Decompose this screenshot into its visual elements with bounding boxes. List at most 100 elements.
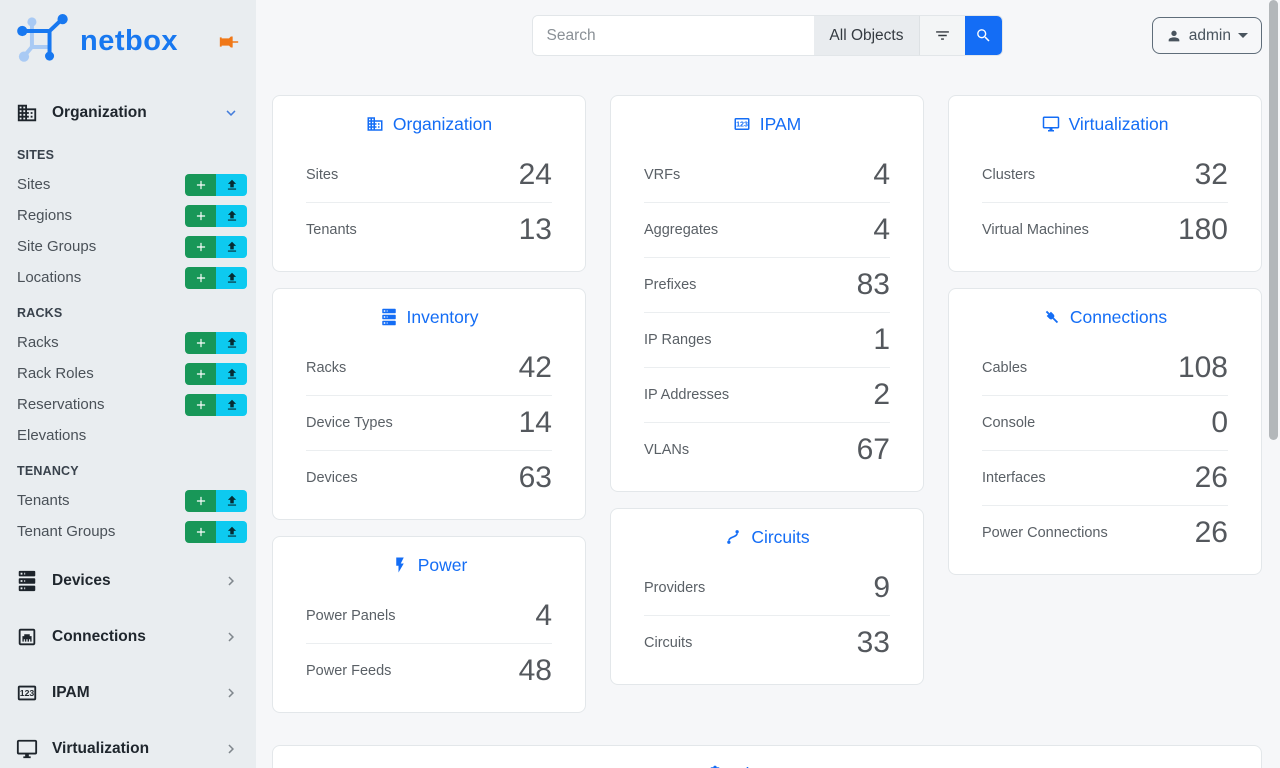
filter-icon: [934, 27, 951, 44]
table-row: Device Types 14: [306, 395, 552, 450]
sidebar-item-site-groups[interactable]: Site Groups: [0, 231, 256, 262]
monitor-icon: [1042, 115, 1060, 133]
table-row: IP Addresses 2: [644, 367, 890, 422]
sidebar-item-sites[interactable]: Sites: [0, 169, 256, 200]
stat-value-link[interactable]: 108: [1178, 351, 1228, 385]
netbox-wordmark[interactable]: netbox: [80, 25, 178, 58]
search-input[interactable]: [533, 16, 815, 55]
search-scope-dropdown[interactable]: All Objects: [814, 16, 918, 55]
server-icon: [380, 308, 398, 326]
ethernet-icon: [16, 626, 38, 648]
sidebar-item-connections[interactable]: Connections: [0, 615, 256, 659]
table-row: Racks 42: [306, 341, 552, 395]
sidebar-item-rack-roles[interactable]: Rack Roles: [0, 358, 256, 389]
stat-value-link[interactable]: 63: [519, 461, 552, 495]
add-button[interactable]: [185, 394, 216, 416]
add-button[interactable]: [185, 236, 216, 258]
import-button[interactable]: [216, 267, 247, 289]
user-menu-button[interactable]: admin: [1152, 17, 1262, 54]
user-label: admin: [1189, 27, 1231, 45]
stat-value-link[interactable]: 67: [857, 433, 890, 467]
stat-value-link[interactable]: 14: [519, 406, 552, 440]
import-button[interactable]: [216, 174, 247, 196]
server-icon: [16, 570, 38, 592]
account-icon: [1166, 28, 1182, 44]
table-row: Sites 24: [306, 148, 552, 202]
building-icon: [16, 102, 38, 124]
sidebar-item-devices[interactable]: Devices: [0, 559, 256, 603]
import-button[interactable]: [216, 490, 247, 512]
add-button[interactable]: [185, 490, 216, 512]
section-header-racks: RACKS: [0, 293, 256, 327]
sidebar: netbox Organization SITES Sites Regions …: [0, 0, 256, 768]
import-button[interactable]: [216, 236, 247, 258]
circuits-card-title[interactable]: Circuits: [611, 509, 923, 547]
power-card: Power Power Panels 4 Power Feeds 48: [272, 536, 586, 713]
import-button[interactable]: [216, 521, 247, 543]
stat-value-link[interactable]: 9: [873, 571, 890, 605]
changelog-card-title[interactable]: Change Log: [273, 746, 1261, 768]
connections-card-title[interactable]: Connections: [949, 289, 1261, 327]
inventory-card-title[interactable]: Inventory: [273, 289, 585, 327]
stat-value-link[interactable]: 180: [1178, 213, 1228, 247]
organization-card-title[interactable]: Organization: [273, 96, 585, 134]
page-scrollbar[interactable]: [1267, 0, 1280, 768]
ipam-card-title[interactable]: IPAM: [611, 96, 923, 134]
add-button[interactable]: [185, 363, 216, 385]
stat-value-link[interactable]: 26: [1195, 461, 1228, 495]
filter-button[interactable]: [919, 16, 965, 55]
search-submit-button[interactable]: [965, 16, 1002, 55]
sidebar-item-racks[interactable]: Racks: [0, 327, 256, 358]
stat-value-link[interactable]: 48: [519, 654, 552, 688]
table-row: Power Panels 4: [306, 589, 552, 643]
stat-value-link[interactable]: 83: [857, 268, 890, 302]
virtualization-card-title[interactable]: Virtualization: [949, 96, 1261, 134]
sidebar-item-tenants[interactable]: Tenants: [0, 485, 256, 516]
stat-value-link[interactable]: 33: [857, 626, 890, 660]
sidebar-item-regions[interactable]: Regions: [0, 200, 256, 231]
pin-sidebar-icon[interactable]: [218, 31, 240, 53]
sidebar-item-reservations[interactable]: Reservations: [0, 389, 256, 420]
import-button[interactable]: [216, 363, 247, 385]
sidebar-item-elevations[interactable]: Elevations: [0, 420, 256, 451]
table-row: Cables 108: [982, 341, 1228, 395]
table-row: VRFs 4: [644, 148, 890, 202]
sidebar-item-virtualization[interactable]: Virtualization: [0, 727, 256, 768]
import-button[interactable]: [216, 205, 247, 227]
stat-value-link[interactable]: 4: [873, 213, 890, 247]
add-button[interactable]: [185, 174, 216, 196]
section-header-tenancy: TENANCY: [0, 451, 256, 485]
stat-value-link[interactable]: 0: [1211, 406, 1228, 440]
table-row: Prefixes 83: [644, 257, 890, 312]
sidebar-item-tenant-groups[interactable]: Tenant Groups: [0, 516, 256, 547]
add-button[interactable]: [185, 267, 216, 289]
stat-value-link[interactable]: 1: [873, 323, 890, 357]
scrollbar-thumb[interactable]: [1269, 0, 1278, 440]
lightning-icon: [391, 556, 409, 574]
stat-value-link[interactable]: 2: [873, 378, 890, 412]
stat-value-link[interactable]: 32: [1195, 158, 1228, 192]
add-button[interactable]: [185, 521, 216, 543]
sidebar-item-ipam[interactable]: IPAM: [0, 671, 256, 715]
sidebar-item-locations[interactable]: Locations: [0, 262, 256, 293]
add-button[interactable]: [185, 205, 216, 227]
table-row: Power Connections 26: [982, 505, 1228, 560]
add-button[interactable]: [185, 332, 216, 354]
import-button[interactable]: [216, 394, 247, 416]
table-row: Aggregates 4: [644, 202, 890, 257]
main-content: All Objects admin Organization: [256, 0, 1280, 768]
stat-value-link[interactable]: 4: [873, 158, 890, 192]
stat-value-link[interactable]: 13: [519, 213, 552, 247]
stat-value-link[interactable]: 24: [519, 158, 552, 192]
search-icon: [975, 27, 992, 44]
stat-value-link[interactable]: 42: [519, 351, 552, 385]
table-row: Interfaces 26: [982, 450, 1228, 505]
stat-value-link[interactable]: 4: [535, 599, 552, 633]
table-row: Devices 63: [306, 450, 552, 505]
virtualization-card: Virtualization Clusters 32 Virtual Machi…: [948, 95, 1262, 272]
power-card-title[interactable]: Power: [273, 537, 585, 575]
stat-value-link[interactable]: 26: [1195, 516, 1228, 550]
import-button[interactable]: [216, 332, 247, 354]
netbox-logo-icon[interactable]: [16, 14, 74, 69]
sidebar-item-organization[interactable]: Organization: [0, 91, 256, 135]
